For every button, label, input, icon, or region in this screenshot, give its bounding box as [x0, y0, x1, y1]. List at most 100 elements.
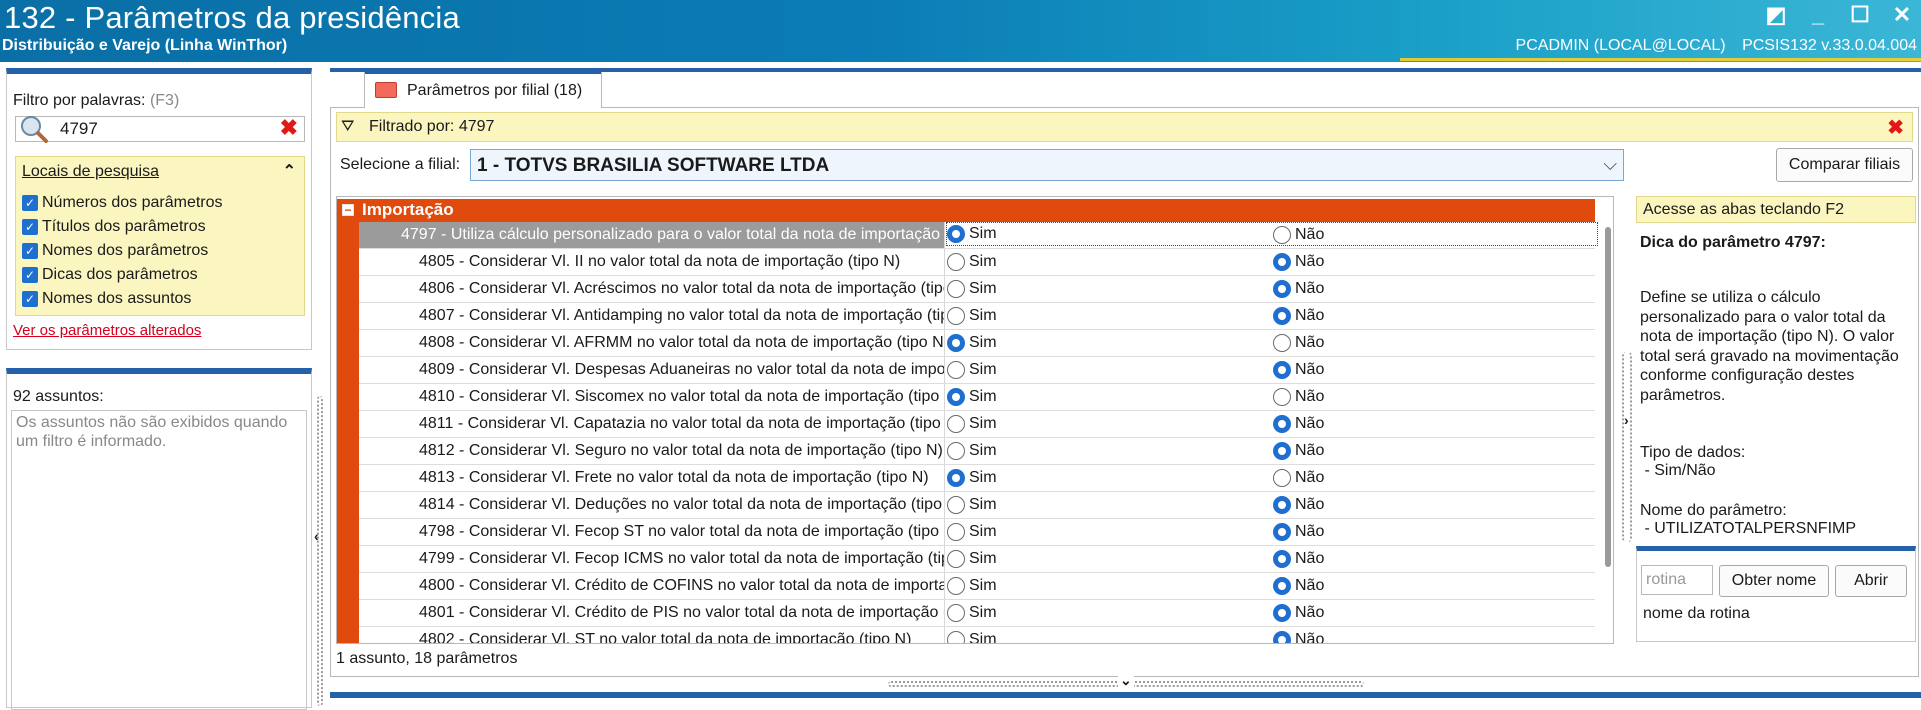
- option-sim[interactable]: Sim: [947, 496, 1273, 514]
- option-sim[interactable]: Sim: [947, 469, 1273, 487]
- clear-filter-icon[interactable]: ✖: [1887, 115, 1904, 140]
- option-nao[interactable]: Não: [1273, 361, 1324, 379]
- option-sim[interactable]: Sim: [947, 523, 1273, 541]
- open-button[interactable]: Abrir: [1835, 565, 1907, 597]
- option-sim[interactable]: Sim: [947, 550, 1273, 568]
- parameter-row[interactable]: 4805 - Considerar Vl. II no valor total …: [359, 249, 1595, 276]
- radio-empty-icon[interactable]: [947, 496, 965, 514]
- option-sim[interactable]: Sim: [947, 280, 1273, 298]
- chevron-down-icon[interactable]: ⌄: [1118, 672, 1134, 689]
- checkbox-checked-icon[interactable]: ✓: [22, 195, 38, 211]
- parameter-row[interactable]: 4809 - Considerar Vl. Despesas Aduaneira…: [359, 357, 1595, 384]
- chevron-left-icon[interactable]: ‹: [314, 528, 319, 544]
- radio-selected-icon[interactable]: [1273, 550, 1291, 568]
- radio-empty-icon[interactable]: [947, 523, 965, 541]
- option-nao[interactable]: Não: [1273, 280, 1324, 298]
- branch-select[interactable]: 1 - TOTVS BRASILIA SOFTWARE LTDA ⌵: [470, 149, 1624, 181]
- option-sim[interactable]: Sim: [947, 307, 1273, 325]
- maximize-icon[interactable]: ☐: [1847, 2, 1873, 28]
- search-location-item[interactable]: ✓ Dicas dos parâmetros: [22, 263, 223, 287]
- radio-selected-icon[interactable]: [947, 334, 965, 352]
- restore-icon[interactable]: ◩: [1763, 2, 1789, 28]
- parameter-row[interactable]: 4806 - Considerar Vl. Acréscimos no valo…: [359, 276, 1595, 303]
- parameter-row[interactable]: 4800 - Considerar Vl. Crédito de COFINS …: [359, 573, 1595, 600]
- chevron-down-icon[interactable]: ⌵: [1603, 154, 1617, 175]
- parameter-row[interactable]: 4797 - Utiliza cálculo personalizado par…: [359, 222, 1598, 249]
- vertical-scrollbar[interactable]: [1605, 227, 1611, 567]
- radio-selected-icon[interactable]: [1273, 631, 1291, 643]
- option-sim[interactable]: Sim: [947, 253, 1273, 271]
- radio-selected-icon[interactable]: [1273, 415, 1291, 433]
- radio-selected-icon[interactable]: [1273, 280, 1291, 298]
- option-nao[interactable]: Não: [1273, 334, 1324, 352]
- group-header-importacao[interactable]: − Importação: [337, 199, 1595, 222]
- search-location-item[interactable]: ✓ Nomes dos assuntos: [22, 287, 223, 311]
- collapse-group-icon[interactable]: −: [342, 204, 354, 216]
- collapse-chevron-icon[interactable]: ⌃: [283, 161, 296, 181]
- checkbox-checked-icon[interactable]: ✓: [22, 291, 38, 307]
- radio-empty-icon[interactable]: [947, 307, 965, 325]
- parameter-row[interactable]: 4799 - Considerar Vl. Fecop ICMS no valo…: [359, 546, 1595, 573]
- option-nao[interactable]: Não: [1273, 469, 1324, 487]
- option-nao[interactable]: Não: [1273, 523, 1324, 541]
- option-nao[interactable]: Não: [1273, 415, 1324, 433]
- option-sim[interactable]: Sim: [946, 222, 1598, 246]
- option-nao[interactable]: Não: [1273, 577, 1324, 595]
- chevron-right-icon[interactable]: ›: [1624, 412, 1629, 428]
- radio-selected-icon[interactable]: [947, 388, 965, 406]
- checkbox-checked-icon[interactable]: ✓: [22, 219, 38, 235]
- radio-empty-icon[interactable]: [947, 550, 965, 568]
- option-sim[interactable]: Sim: [947, 442, 1273, 460]
- radio-empty-icon[interactable]: [1273, 388, 1291, 406]
- radio-empty-icon[interactable]: [1273, 334, 1291, 352]
- parameter-row[interactable]: 4813 - Considerar Vl. Frete no valor tot…: [359, 465, 1595, 492]
- radio-selected-icon[interactable]: [1273, 253, 1291, 271]
- close-icon[interactable]: ✕: [1889, 2, 1915, 28]
- radio-empty-icon[interactable]: [947, 604, 965, 622]
- option-nao[interactable]: Não: [1273, 388, 1324, 406]
- search-location-item[interactable]: ✓ Títulos dos parâmetros: [22, 215, 223, 239]
- radio-selected-icon[interactable]: [1273, 523, 1291, 541]
- parameter-row[interactable]: 4801 - Considerar Vl. Crédito de PIS no …: [359, 600, 1595, 627]
- radio-empty-icon[interactable]: [947, 577, 965, 595]
- radio-selected-icon[interactable]: [947, 225, 965, 243]
- minimize-icon[interactable]: _: [1805, 2, 1831, 28]
- radio-empty-icon[interactable]: [1273, 226, 1291, 244]
- checkbox-checked-icon[interactable]: ✓: [22, 267, 38, 283]
- bottom-splitter[interactable]: ⌄: [888, 672, 1364, 690]
- parameter-row[interactable]: 4814 - Considerar Vl. Deduções no valor …: [359, 492, 1595, 519]
- option-sim[interactable]: Sim: [947, 388, 1273, 406]
- option-nao[interactable]: Não: [1273, 631, 1324, 643]
- radio-empty-icon[interactable]: [947, 442, 965, 460]
- option-nao[interactable]: Não: [1273, 253, 1324, 271]
- tab-parametros-por-filial[interactable]: Parâmetros por filial (18): [364, 70, 602, 108]
- parameter-row[interactable]: 4808 - Considerar Vl. AFRMM no valor tot…: [359, 330, 1595, 357]
- search-input[interactable]: 4797 ✖: [15, 115, 305, 143]
- radio-selected-icon[interactable]: [1273, 307, 1291, 325]
- search-location-item[interactable]: ✓ Números dos parâmetros: [22, 191, 223, 215]
- radio-selected-icon[interactable]: [1273, 604, 1291, 622]
- parameter-row[interactable]: 4810 - Considerar Vl. Siscomex no valor …: [359, 384, 1595, 411]
- right-splitter[interactable]: [1622, 352, 1632, 542]
- search-locations-title[interactable]: Locais de pesquisa: [22, 163, 159, 181]
- radio-selected-icon[interactable]: [1273, 442, 1291, 460]
- search-location-item[interactable]: ✓ Nomes dos parâmetros: [22, 239, 223, 263]
- option-nao[interactable]: Não: [1273, 604, 1324, 622]
- parameter-row[interactable]: 4812 - Considerar Vl. Seguro no valor to…: [359, 438, 1595, 465]
- radio-empty-icon[interactable]: [947, 631, 965, 643]
- option-sim[interactable]: Sim: [947, 604, 1273, 622]
- radio-empty-icon[interactable]: [947, 361, 965, 379]
- radio-selected-icon[interactable]: [1273, 577, 1291, 595]
- radio-empty-icon[interactable]: [1273, 469, 1291, 487]
- checkbox-checked-icon[interactable]: ✓: [22, 243, 38, 259]
- changed-parameters-link[interactable]: Ver os parâmetros alterados: [13, 322, 201, 339]
- option-sim[interactable]: Sim: [947, 631, 1273, 643]
- radio-empty-icon[interactable]: [947, 415, 965, 433]
- option-sim[interactable]: Sim: [947, 361, 1273, 379]
- radio-selected-icon[interactable]: [947, 469, 965, 487]
- compare-branches-button[interactable]: Comparar filiais: [1776, 148, 1913, 182]
- parameter-row[interactable]: 4807 - Considerar Vl. Antidamping no val…: [359, 303, 1595, 330]
- radio-empty-icon[interactable]: [947, 280, 965, 298]
- option-nao[interactable]: Não: [1273, 550, 1324, 568]
- option-sim[interactable]: Sim: [947, 334, 1273, 352]
